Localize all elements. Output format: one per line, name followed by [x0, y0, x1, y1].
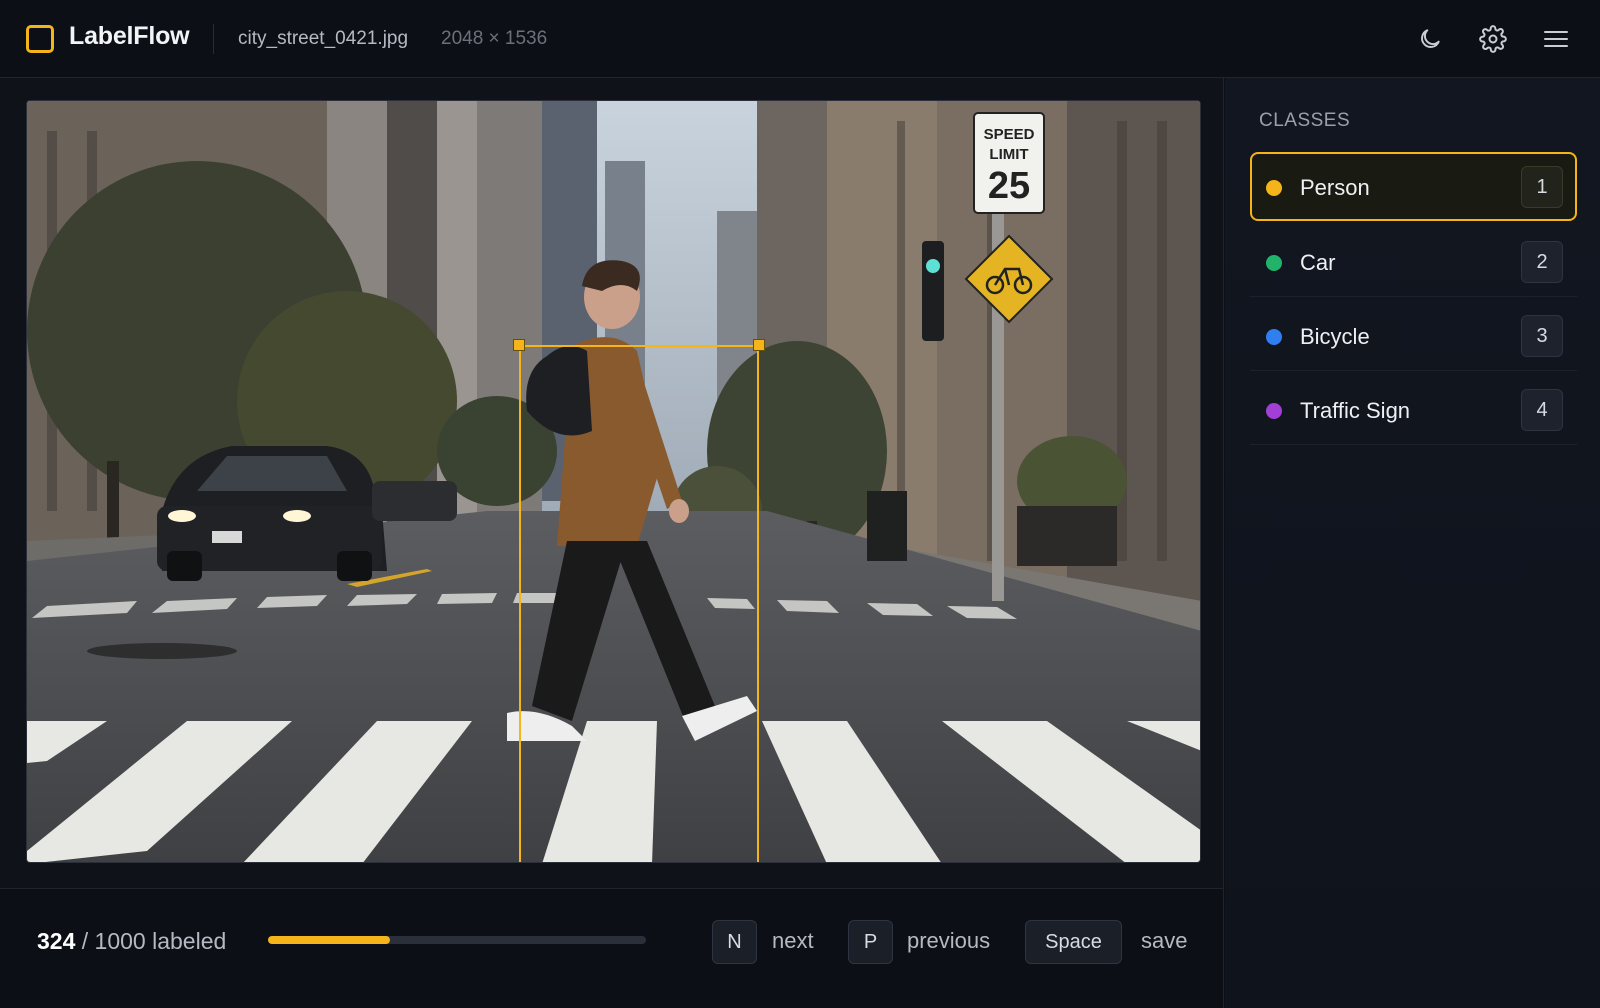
- moon-icon[interactable]: [1413, 22, 1447, 56]
- classes-title: CLASSES: [1259, 110, 1351, 131]
- save-action-label[interactable]: save: [1141, 928, 1187, 954]
- class-label: Person: [1300, 175, 1370, 200]
- svg-text:25: 25: [988, 165, 1030, 207]
- resize-handle-top-left[interactable]: [513, 339, 525, 351]
- class-shortcut-key: 4: [1521, 389, 1563, 431]
- bicycle-color-dot: [1266, 329, 1282, 345]
- labeled-count: 324: [37, 928, 76, 954]
- class-shortcut-key: 2: [1521, 241, 1563, 283]
- gear-icon[interactable]: [1476, 22, 1510, 56]
- class-item-car[interactable]: Car 2: [1250, 227, 1577, 297]
- class-item-traffic-sign[interactable]: Traffic Sign 4: [1250, 375, 1577, 445]
- progress-bar-fill: [268, 936, 391, 944]
- class-label: Bicycle: [1300, 324, 1370, 349]
- class-item-person[interactable]: Person 1: [1250, 152, 1577, 221]
- class-shortcut-key: 1: [1521, 166, 1563, 208]
- resize-handle-top-right[interactable]: [753, 339, 765, 351]
- class-label: Traffic Sign: [1300, 398, 1411, 423]
- labeled-total: / 1000 labeled: [81, 928, 227, 954]
- street-image[interactable]: SPEED LIMIT 25: [26, 100, 1201, 863]
- progress-bar: [268, 936, 646, 944]
- class-label: Car: [1300, 250, 1336, 275]
- svg-text:SPEED: SPEED: [984, 126, 1035, 143]
- key-space[interactable]: Space: [1025, 920, 1122, 964]
- person-color-dot: [1266, 180, 1282, 196]
- class-shortcut-key: 3: [1521, 315, 1563, 357]
- person-bounding-box[interactable]: [519, 345, 759, 862]
- next-action-label[interactable]: next: [772, 928, 814, 954]
- class-item-bicycle[interactable]: Bicycle 3: [1250, 301, 1577, 371]
- key-next[interactable]: N: [712, 920, 757, 964]
- header-divider: [213, 24, 214, 54]
- top-bar: LabelFlow city_street_0421.jpg 2048 × 15…: [0, 0, 1600, 78]
- car-color-dot: [1266, 255, 1282, 271]
- progress-label: 324 / 1000 labeled: [37, 928, 226, 955]
- image-dimensions: 2048 × 1536: [441, 28, 548, 49]
- key-previous[interactable]: P: [848, 920, 893, 964]
- svg-text:LIMIT: LIMIT: [989, 146, 1028, 163]
- hamburger-menu-icon[interactable]: [1539, 22, 1573, 56]
- app-name: LabelFlow: [69, 22, 190, 50]
- traffic-sign-color-dot: [1266, 403, 1282, 419]
- logo-icon: [26, 25, 54, 53]
- previous-action-label[interactable]: previous: [907, 928, 990, 954]
- file-name: city_street_0421.jpg: [238, 28, 409, 49]
